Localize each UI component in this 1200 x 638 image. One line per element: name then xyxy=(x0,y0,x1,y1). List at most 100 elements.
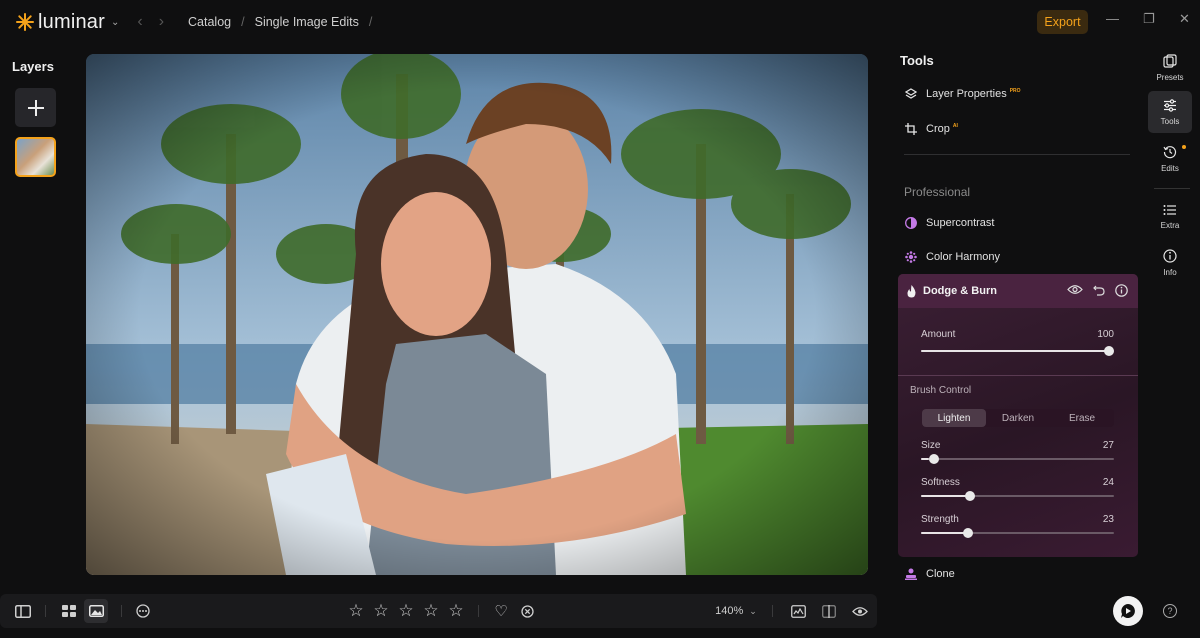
tool-label: Supercontrast xyxy=(926,217,995,229)
divider xyxy=(478,605,479,617)
star-icon[interactable]: ☆ xyxy=(447,594,465,628)
star-icon[interactable]: ☆ xyxy=(422,594,440,628)
breadcrumb-single-image-edits[interactable]: Single Image Edits xyxy=(255,15,359,29)
sidebar-extra[interactable]: Extra xyxy=(1148,195,1192,237)
size-slider-fill xyxy=(921,458,929,460)
luminar-logo-icon xyxy=(16,13,34,31)
amount-slider-fill xyxy=(921,350,1109,352)
sidebar-label: Extra xyxy=(1160,220,1180,230)
crop-icon xyxy=(904,122,918,136)
flame-icon xyxy=(906,284,917,298)
back-arrow-icon[interactable]: ‹ xyxy=(137,13,142,31)
mode-erase[interactable]: Erase xyxy=(1050,409,1114,427)
reset-icon[interactable] xyxy=(1093,284,1105,300)
brush-control-title: Brush Control xyxy=(910,385,972,396)
divider xyxy=(904,154,1130,155)
eye-icon[interactable] xyxy=(850,594,870,628)
chevron-down-icon[interactable]: ⌄ xyxy=(111,17,119,28)
zoom-level-dropdown[interactable]: 140% ⌄ xyxy=(712,594,760,628)
tool-color-harmony[interactable]: Color Harmony xyxy=(904,250,1000,264)
breadcrumb-catalog[interactable]: Catalog xyxy=(188,15,231,29)
tool-crop[interactable]: Crop AI xyxy=(904,122,958,136)
photo-illustration xyxy=(86,54,868,575)
tool-label: Crop xyxy=(926,123,950,135)
amount-value: 100 xyxy=(1097,329,1114,340)
mode-lighten[interactable]: Lighten xyxy=(922,409,986,427)
help-icon[interactable]: ? xyxy=(1163,604,1177,618)
star-icon[interactable]: ☆ xyxy=(372,594,390,628)
edits-indicator-dot xyxy=(1182,145,1186,149)
sidebar-edits[interactable]: Edits xyxy=(1148,138,1192,180)
divider xyxy=(45,605,46,617)
ai-badge: AI xyxy=(952,123,958,129)
dodge-burn-title: Dodge & Burn xyxy=(923,285,997,297)
main-image[interactable] xyxy=(86,54,868,575)
tool-label: Layer Properties xyxy=(926,88,1007,100)
more-options-icon[interactable] xyxy=(135,594,151,628)
tool-supercontrast[interactable]: Supercontrast xyxy=(904,216,994,230)
size-slider-thumb[interactable] xyxy=(929,454,939,464)
tool-label: Clone xyxy=(926,568,955,580)
app-logo[interactable]: luminar ⌄ xyxy=(16,11,119,34)
chat-icon xyxy=(1121,604,1135,618)
amount-label: Amount xyxy=(921,329,956,340)
histogram-icon[interactable] xyxy=(789,594,807,628)
divider xyxy=(898,375,1138,376)
layers-icon xyxy=(904,87,918,101)
plus-icon xyxy=(27,99,44,116)
softness-value: 24 xyxy=(1102,477,1114,488)
export-button[interactable]: Export xyxy=(1037,10,1088,34)
close-icon[interactable]: ✕ xyxy=(1179,11,1190,27)
softness-slider-fill xyxy=(921,495,966,497)
tool-clone[interactable]: Clone xyxy=(904,567,955,581)
softness-slider-thumb[interactable] xyxy=(965,491,975,501)
size-slider-track[interactable] xyxy=(921,458,1114,460)
star-icon[interactable]: ☆ xyxy=(347,594,365,628)
strength-slider-thumb[interactable] xyxy=(963,528,973,538)
pro-badge: PRO xyxy=(1009,88,1021,94)
tool-label: Color Harmony xyxy=(926,251,1000,263)
history-icon xyxy=(1163,145,1177,162)
eye-icon[interactable] xyxy=(1067,284,1083,300)
size-label: Size xyxy=(921,440,941,451)
sidebar-label: Edits xyxy=(1161,164,1179,173)
reject-icon[interactable] xyxy=(519,594,535,628)
maximize-icon[interactable]: ❐ xyxy=(1143,11,1155,27)
divider xyxy=(1154,188,1190,189)
amount-slider-thumb[interactable] xyxy=(1104,346,1114,356)
presets-icon xyxy=(1163,54,1177,71)
sidebar-label: Presets xyxy=(1156,73,1184,82)
info-icon[interactable] xyxy=(1115,284,1128,300)
assistant-chat-button[interactable] xyxy=(1113,596,1143,626)
minimize-icon[interactable]: — xyxy=(1106,11,1119,26)
toggle-panel-icon[interactable] xyxy=(12,594,34,628)
divider xyxy=(772,605,773,617)
forward-arrow-icon[interactable]: › xyxy=(159,13,164,31)
title-bar: luminar ⌄ ‹ › Catalog / Single Image Edi… xyxy=(0,0,1200,44)
size-value: 27 xyxy=(1102,440,1114,451)
layer-thumbnail[interactable] xyxy=(15,137,56,177)
tool-layer-properties[interactable]: Layer Properties PRO xyxy=(904,87,1021,101)
breadcrumb: Catalog / Single Image Edits / xyxy=(188,15,382,29)
star-icon[interactable]: ☆ xyxy=(397,594,415,628)
brush-mode-selector: Lighten Darken Erase xyxy=(922,409,1114,427)
strength-value: 23 xyxy=(1102,514,1114,525)
dodge-burn-header[interactable]: Dodge & Burn xyxy=(898,274,1138,308)
bottom-toolbar: ☆ ☆ ☆ ☆ ☆ ♡ 140% ⌄ xyxy=(0,594,877,628)
grid-view-icon[interactable] xyxy=(58,594,80,628)
sidebar-info[interactable]: Info xyxy=(1148,242,1192,284)
sidebar-presets[interactable]: Presets xyxy=(1148,47,1192,89)
section-professional: Professional xyxy=(904,185,971,199)
single-view-icon[interactable] xyxy=(84,599,108,623)
breadcrumb-separator: / xyxy=(368,15,373,29)
zoom-level: 140% xyxy=(715,605,744,617)
sidebar-tools[interactable]: Tools xyxy=(1148,91,1192,133)
chevron-down-icon: ⌄ xyxy=(749,605,757,616)
mode-darken[interactable]: Darken xyxy=(986,409,1050,427)
sidebar-label: Tools xyxy=(1160,116,1180,126)
compare-icon[interactable] xyxy=(820,594,838,628)
contrast-icon xyxy=(904,216,918,230)
favorite-heart-icon[interactable]: ♡ xyxy=(493,594,509,628)
add-layer-button[interactable] xyxy=(15,88,56,127)
clone-stamp-icon xyxy=(904,567,918,581)
